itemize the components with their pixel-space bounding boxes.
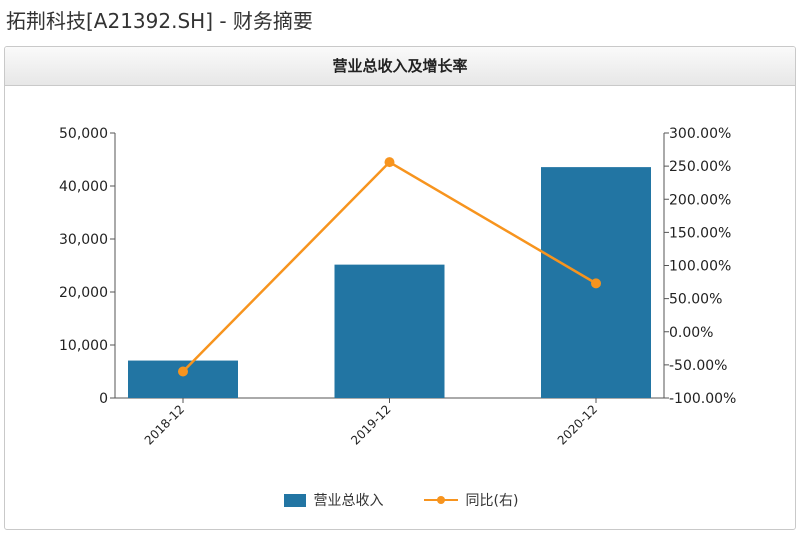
y-left-tick-label: 40,000 — [59, 179, 108, 195]
chart-canvas: 0 10,000 20,000 30,000 40,000 50,000 -100.00% -… — [59, 126, 736, 448]
yoy-point-2018-12[interactable] — [178, 366, 188, 377]
y-right-tick-label: 100.00% — [669, 259, 731, 275]
x-tick-label: 2020-12 — [555, 402, 600, 447]
page-title: 拓荆科技[A21392.SH] - 财务摘要 — [6, 9, 313, 33]
y-left-tick-label: 20,000 — [59, 285, 108, 301]
bars-layer — [128, 167, 651, 398]
legend-label-revenue: 营业总收入 — [313, 493, 384, 509]
legend-line-swatch — [423, 495, 458, 505]
x-tick-label: 2018-12 — [142, 402, 187, 447]
y-right-tick-label: 300.00% — [669, 126, 731, 142]
y-left-tick-label: 30,000 — [59, 232, 108, 248]
y-left-tick-label: 50,000 — [59, 126, 108, 142]
y-right-tick-label: 50.00% — [669, 292, 722, 308]
y-left-tick-label: 10,000 — [59, 338, 108, 354]
y-right-tick-label: 0.00% — [669, 325, 713, 341]
y-right-tick-label: -50.00% — [669, 358, 727, 374]
legend-label-yoy: 同比(右) — [465, 493, 519, 509]
yoy-point-2019-12[interactable] — [384, 157, 395, 168]
bar-2019-12[interactable] — [334, 264, 445, 398]
yoy-point-2020-12[interactable] — [591, 278, 601, 289]
y-right-tick-label: -100.00% — [669, 391, 736, 407]
y-left-tick-label: 0 — [99, 391, 108, 407]
legend-item-yoy[interactable]: 同比(右) — [423, 490, 519, 510]
legend-bar-swatch — [283, 493, 306, 507]
y-right-tick-label: 200.00% — [669, 192, 731, 208]
y-right-tick-label: 250.00% — [669, 159, 731, 175]
legend: 营业总收入 同比(右) — [5, 487, 795, 513]
bar-2018-12[interactable] — [128, 360, 238, 398]
y-right-tick-label: 150.00% — [669, 225, 731, 241]
legend-item-revenue[interactable]: 营业总收入 — [283, 490, 384, 510]
chart-panel: 营业总收入及增长率 0 10,000 20,000 30,000 40,000 50,00… — [4, 46, 796, 530]
x-tick-label: 2019-12 — [348, 402, 393, 447]
